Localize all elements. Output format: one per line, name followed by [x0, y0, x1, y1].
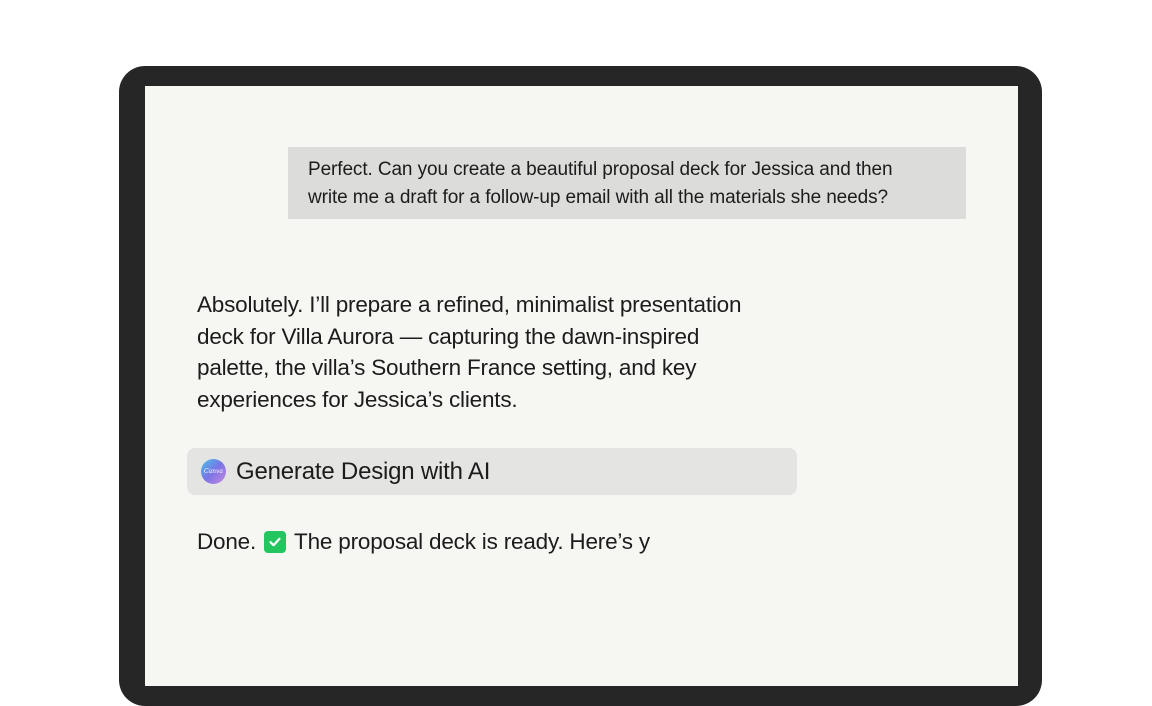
assistant-message-line: Absolutely. I’ll prepare a refined, mini…	[197, 292, 742, 317]
status-text: The proposal deck is ready. Here’s y	[294, 529, 650, 554]
tool-call-chip[interactable]: Canva Generate Design with AI	[187, 448, 797, 495]
assistant-message: Absolutely. I’ll prepare a refined, mini…	[197, 289, 837, 415]
chat-screen: Perfect. Can you create a beautiful prop…	[145, 86, 1018, 686]
assistant-message-line: experiences for Jessica’s clients.	[197, 386, 518, 412]
assistant-message-line: deck for Villa Aurora — capturing the da…	[197, 323, 700, 349]
status-prefix: Done.	[197, 529, 257, 554]
check-icon	[264, 530, 287, 553]
tool-call-label: Generate Design with AI	[236, 457, 491, 485]
user-message-line: Perfect. Can you create a beautiful prop…	[308, 159, 893, 180]
status-message: Done. The proposal deck is ready. Here’s…	[197, 526, 650, 557]
assistant-message-line: palette, the villa’s Southern France set…	[197, 355, 697, 380]
user-message-line: write me a draft for a follow-up email w…	[308, 187, 888, 208]
canva-logo-icon: Canva	[201, 459, 226, 484]
user-message-bubble: Perfect. Can you create a beautiful prop…	[288, 147, 966, 219]
